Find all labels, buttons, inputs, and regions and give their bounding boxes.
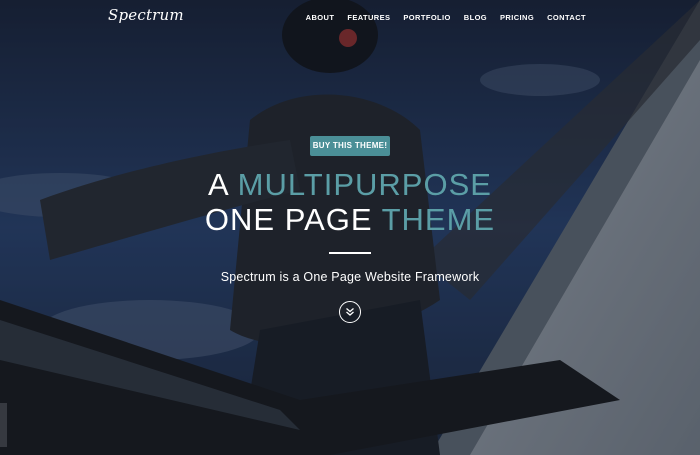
headline-line-2-plain: ONE PAGE	[204, 202, 382, 237]
brand-logo[interactable]: Spectrum	[108, 6, 184, 24]
hero-subtitle: Spectrum is a One Page Website Framework	[220, 270, 480, 284]
hero-section: Spectrum ABOUT FEATURES PORTFOLIO BLOG P…	[0, 0, 700, 455]
headline-divider	[329, 252, 371, 254]
headline-line-1-plain: A	[208, 167, 238, 202]
main-nav: ABOUT FEATURES PORTFOLIO BLOG PRICING CO…	[306, 13, 586, 22]
double-chevron-down-icon	[346, 308, 354, 316]
headline-line-1: A MULTIPURPOSE	[0, 168, 700, 202]
nav-item-pricing[interactable]: PRICING	[500, 13, 534, 22]
headline-line-1-accent: MULTIPURPOSE	[237, 167, 492, 202]
nav-item-blog[interactable]: BLOG	[464, 13, 487, 22]
headline-line-2: ONE PAGE THEME	[0, 203, 700, 237]
nav-item-contact[interactable]: CONTACT	[547, 13, 586, 22]
nav-item-about[interactable]: ABOUT	[306, 13, 335, 22]
side-panel-toggle[interactable]	[0, 403, 7, 447]
scroll-down-button[interactable]	[339, 301, 361, 323]
headline-line-2-accent: THEME	[381, 202, 496, 237]
nav-item-portfolio[interactable]: PORTFOLIO	[403, 13, 450, 22]
nav-item-features[interactable]: FEATURES	[347, 13, 390, 22]
buy-theme-button[interactable]: BUY THIS THEME!	[310, 136, 390, 156]
